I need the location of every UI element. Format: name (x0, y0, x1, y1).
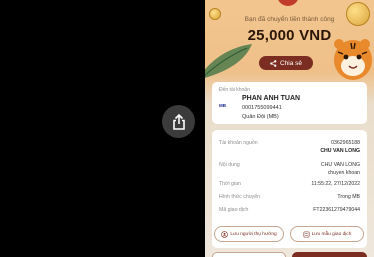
source-account-name: CHU VAN LONG (320, 148, 360, 154)
mb-bank-logo: MB (219, 103, 226, 108)
save-template-button[interactable]: Lưu mẫu giao dịch (290, 226, 364, 242)
share-label: Chia sẻ (279, 59, 303, 67)
transaction-code-label: Mã giao dịch (219, 207, 249, 213)
to-account-label: Đến tài khoản (219, 87, 250, 93)
share-icon (172, 113, 185, 130)
recipient-card: Đến tài khoản MB PHAN ANH TUAN 000175509… (212, 82, 367, 124)
user-add-icon (221, 230, 229, 238)
share-nodes-icon (270, 59, 277, 67)
content-line-1: CHU VAN LONG (320, 162, 360, 168)
recipient-name: PHAN ANH TUAN (242, 95, 301, 102)
leaf-decoration (205, 44, 252, 78)
success-message: Bạn đã chuyển tiền thành công (244, 16, 335, 23)
secondary-footer-button[interactable] (212, 252, 286, 257)
transfer-amount: 25,000 VND (247, 27, 332, 44)
time-label: Thời gian (219, 181, 241, 187)
success-badge (277, 0, 299, 6)
primary-footer-button[interactable] (292, 252, 367, 257)
template-icon (303, 231, 310, 237)
transaction-code-value: FT22361279479044 (313, 207, 360, 213)
transfer-receipt-screen: Bạn đã chuyển tiền thành công 25,000 VND… (205, 0, 374, 257)
save-template-label: Lưu mẫu giao dịch (311, 231, 352, 237)
save-recipient-button[interactable]: Lưu người thụ hưởng (214, 226, 284, 242)
share-button[interactable] (162, 105, 195, 138)
time-value: 11:55:22, 27/12/2022 (311, 181, 360, 187)
source-account-label: Tài khoản nguồn (219, 140, 258, 146)
method-label: Hình thức chuyển (219, 194, 260, 200)
transaction-details-card: Tài khoản nguồn 0362965188 CHU VAN LONG … (212, 130, 367, 248)
content-line-2: chuyen khoan (327, 170, 360, 176)
method-value: Trong MB (337, 194, 360, 200)
source-account-number: 0362965188 (331, 140, 360, 146)
share-receipt-button[interactable]: Chia sẻ (259, 56, 313, 70)
content-label: Nội dung (219, 162, 240, 168)
save-recipient-label: Lưu người thụ hưởng (230, 231, 277, 237)
recipient-account-number: 0001755099441 (242, 105, 282, 111)
recipient-bank-name: Quân Đội (MB) (242, 114, 279, 120)
